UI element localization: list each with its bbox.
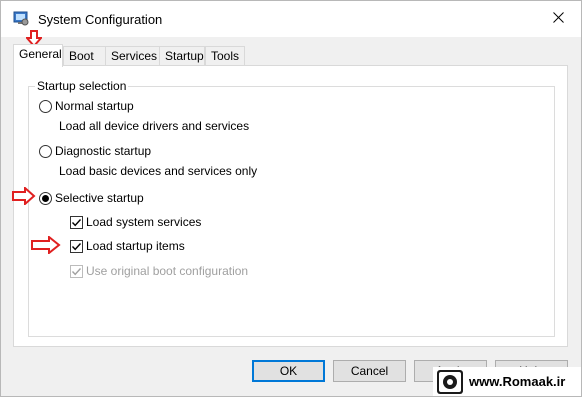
group-legend: Startup selection (35, 79, 129, 93)
selective-startup-label: Selective startup (55, 191, 144, 205)
selective-startup-radio[interactable] (39, 191, 52, 205)
title-bar: System Configuration (1, 1, 581, 37)
window-title: System Configuration (38, 12, 163, 27)
tab-general[interactable]: General (13, 44, 63, 67)
tab-services[interactable]: Services (105, 46, 160, 65)
close-icon (552, 12, 564, 26)
normal-startup-radio-option[interactable]: Normal startup (39, 99, 134, 113)
diagnostic-startup-radio-option[interactable]: Diagnostic startup (39, 144, 151, 158)
normal-startup-radio[interactable] (39, 99, 52, 113)
annotation-arrow-right-icon (12, 185, 36, 208)
use-original-boot-config-checkbox (70, 264, 83, 278)
load-startup-items-label: Load startup items (86, 239, 185, 253)
startup-selection-group: Startup selection Normal startup Load al… (28, 79, 555, 337)
system-configuration-window: System Configuration General Boot Servic… (0, 0, 582, 397)
watermark-logo-icon (437, 369, 463, 394)
tab-tools[interactable]: Tools (205, 46, 245, 65)
selective-startup-radio-option[interactable]: Selective startup (39, 191, 144, 205)
general-tab-panel: Startup selection Normal startup Load al… (13, 65, 568, 347)
diagnostic-startup-radio[interactable] (39, 144, 52, 158)
annotation-arrow-right-icon (31, 234, 61, 257)
diagnostic-startup-label: Diagnostic startup (55, 144, 152, 158)
diagnostic-startup-description: Load basic devices and services only (59, 164, 258, 178)
use-original-boot-config-option: Use original boot configuration (70, 264, 248, 278)
close-button[interactable] (535, 1, 581, 37)
watermark: www.Romaak.ir (433, 367, 581, 396)
load-system-services-checkbox[interactable] (70, 215, 83, 229)
load-system-services-option[interactable]: Load system services (70, 215, 201, 229)
ok-button[interactable]: OK (252, 360, 325, 382)
tab-startup[interactable]: Startup (159, 46, 205, 65)
cancel-button[interactable]: Cancel (333, 360, 406, 382)
normal-startup-description: Load all device drivers and services (59, 119, 250, 133)
load-startup-items-checkbox[interactable] (70, 239, 83, 253)
use-original-boot-config-label: Use original boot configuration (86, 264, 249, 278)
system-config-icon (13, 10, 29, 26)
watermark-text: www.Romaak.ir (469, 374, 566, 389)
normal-startup-label: Normal startup (55, 99, 134, 113)
load-startup-items-option[interactable]: Load startup items (70, 239, 185, 253)
load-system-services-label: Load system services (86, 215, 202, 229)
